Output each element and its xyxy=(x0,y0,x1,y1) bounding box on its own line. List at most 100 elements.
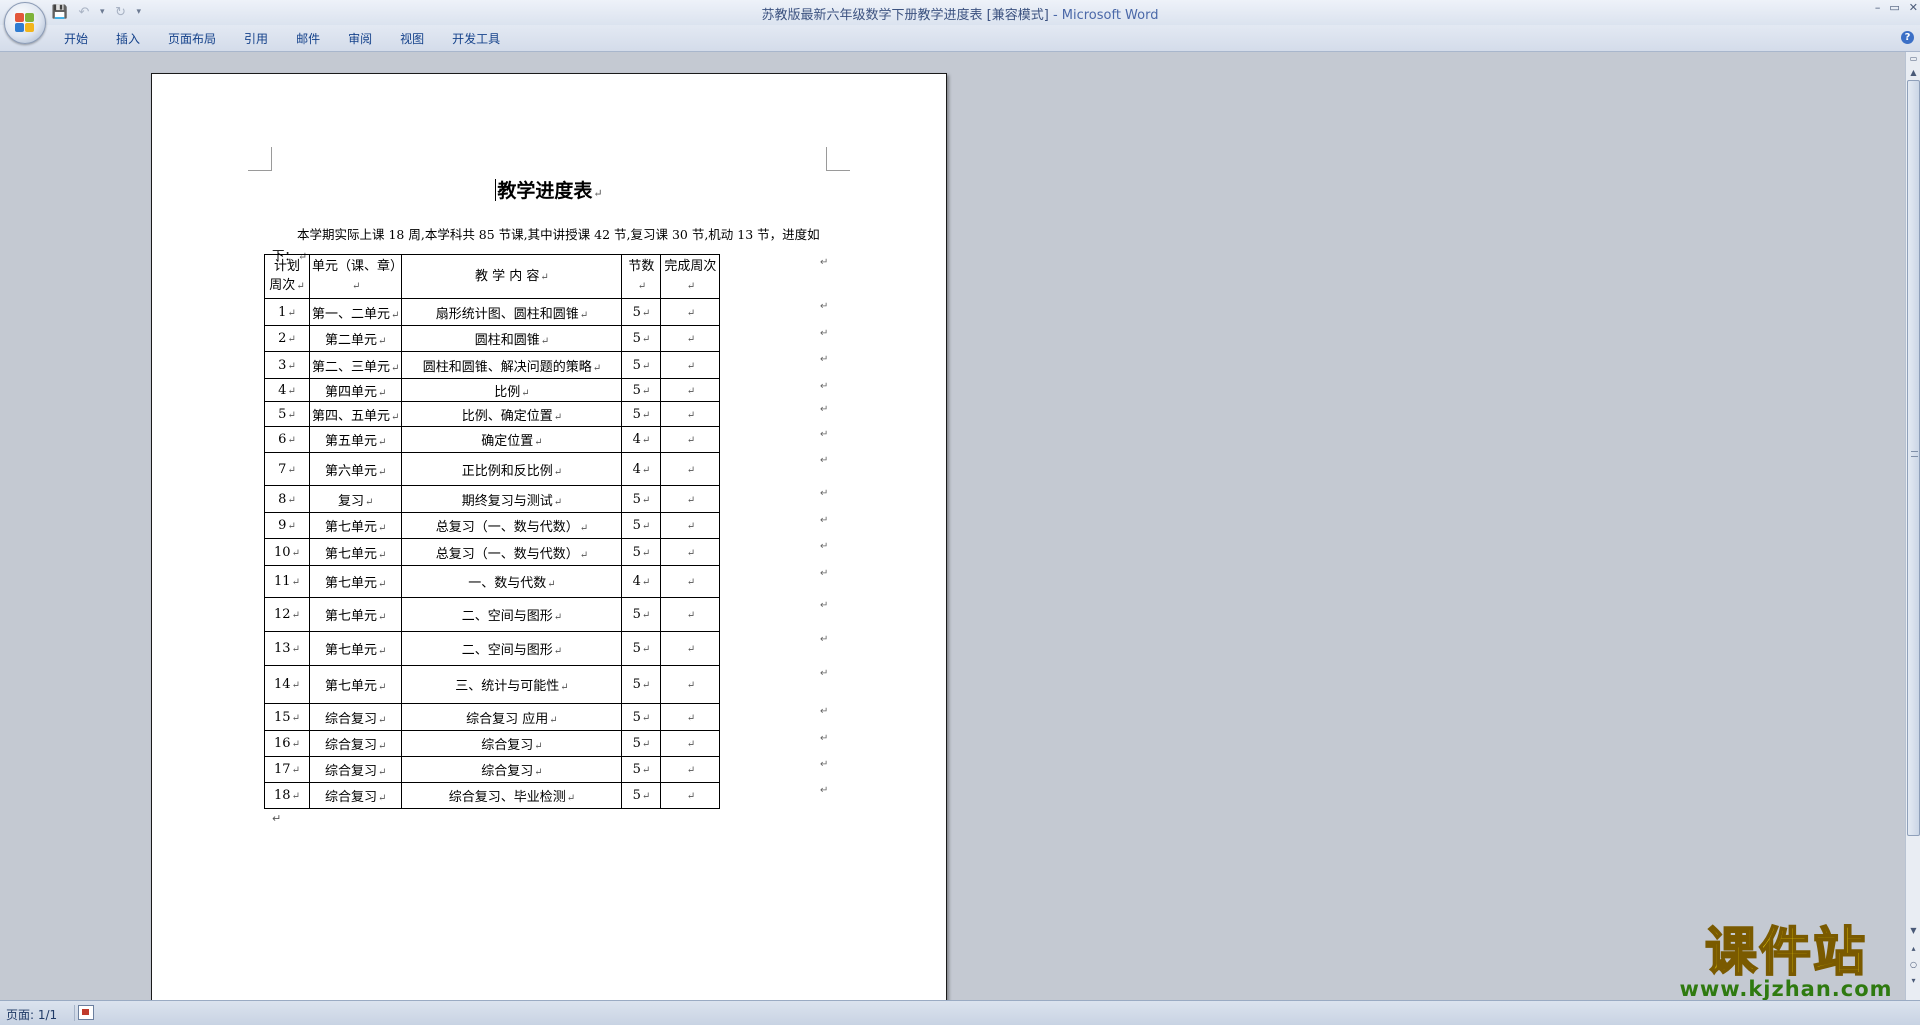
table-cell[interactable]: ↵ xyxy=(660,452,721,486)
table-cell[interactable]: ↵ xyxy=(660,597,721,632)
table-cell[interactable]: ↵ xyxy=(660,665,721,704)
tab-insert[interactable]: 插入 xyxy=(102,30,154,48)
office-button[interactable] xyxy=(4,2,46,44)
help-icon[interactable]: ? xyxy=(1901,31,1914,44)
table-cell[interactable]: 圆柱和圆锥、解决问题的策略↵ xyxy=(401,351,623,379)
table-cell[interactable]: 第七单元↵ xyxy=(308,631,403,666)
table-cell[interactable]: 15↵ xyxy=(264,703,310,731)
page-count[interactable]: 页面: 1/1 xyxy=(6,1006,57,1023)
table-cell[interactable]: 11↵ xyxy=(264,565,310,598)
table-cell[interactable]: 综合复习 应用↵ xyxy=(401,703,623,731)
table-header-cell[interactable]: 节数 ↵ xyxy=(621,254,662,299)
table-cell[interactable]: 5↵ xyxy=(621,298,662,326)
document-workspace[interactable]: 教学进度表↵ 本学期实际上课 18 周,本学科共 85 节课,其中讲授课 42 … xyxy=(0,52,1905,1000)
table-cell[interactable]: 14↵ xyxy=(264,665,310,704)
table-cell[interactable]: 第四单元↵ xyxy=(308,378,403,402)
tab-view[interactable]: 视图 xyxy=(386,30,438,48)
table-cell[interactable]: 第七单元↵ xyxy=(308,565,403,598)
table-cell[interactable]: 4↵ xyxy=(621,452,662,486)
table-cell[interactable]: 第七单元↵ xyxy=(308,512,403,539)
table-header-cell[interactable]: 教 学 内 容↵ xyxy=(401,254,623,299)
table-cell[interactable]: 比例、确定位置↵ xyxy=(401,401,623,427)
table-cell[interactable]: 16↵ xyxy=(264,730,310,757)
table-cell[interactable]: 5↵ xyxy=(621,597,662,632)
table-cell[interactable]: ↵ xyxy=(660,512,721,539)
table-cell[interactable]: 5↵ xyxy=(621,351,662,379)
table-cell[interactable]: 3↵ xyxy=(264,351,310,379)
table-cell[interactable]: 4↵ xyxy=(264,378,310,402)
table-cell[interactable]: ↵ xyxy=(660,730,721,757)
scroll-up-icon[interactable]: ▲ xyxy=(1907,66,1920,80)
table-cell[interactable]: 2↵ xyxy=(264,325,310,352)
table-cell[interactable]: 12↵ xyxy=(264,597,310,632)
table-cell[interactable]: 综合复习↵ xyxy=(308,730,403,757)
table-cell[interactable]: 第一、二单元↵ xyxy=(308,298,403,326)
scrollbar-thumb[interactable] xyxy=(1907,80,1920,836)
table-cell[interactable]: 17↵ xyxy=(264,756,310,783)
table-cell[interactable]: 比例↵ xyxy=(401,378,623,402)
table-header-cell[interactable]: 完成周次 ↵ xyxy=(660,254,721,299)
vertical-scrollbar[interactable]: ▭ ▲ ▼ ▴ ○ ▾ xyxy=(1905,52,1920,1000)
schedule-table[interactable]: 计划 周次↵ 单元（课、章）↵ 教 学 内 容↵ 节数↵ 完成周次↵ 1↵ 第一、二单元↵ 扇… xyxy=(264,254,721,809)
table-cell[interactable]: 5↵ xyxy=(621,378,662,402)
table-cell[interactable]: 扇形统计图、圆柱和圆锥↵ xyxy=(401,298,623,326)
table-cell[interactable]: 18↵ xyxy=(264,782,310,809)
proofing-status-icon[interactable] xyxy=(78,1005,94,1020)
table-cell[interactable]: ↵ xyxy=(660,378,721,402)
table-cell[interactable]: 总复习（一、数与代数）↵ xyxy=(401,538,623,566)
table-cell[interactable]: 5↵ xyxy=(621,325,662,352)
table-cell[interactable]: 综合复习、毕业检测↵ xyxy=(401,782,623,809)
table-cell[interactable]: 10↵ xyxy=(264,538,310,566)
table-cell[interactable]: ↵ xyxy=(660,401,721,427)
table-cell[interactable]: 第七单元↵ xyxy=(308,538,403,566)
table-cell[interactable]: ↵ xyxy=(660,756,721,783)
table-cell[interactable]: 5↵ xyxy=(621,485,662,513)
table-cell[interactable]: ↵ xyxy=(660,631,721,666)
table-cell[interactable]: ↵ xyxy=(660,703,721,731)
tab-references[interactable]: 引用 xyxy=(230,30,282,48)
table-cell[interactable]: ↵ xyxy=(660,298,721,326)
table-cell[interactable]: 7↵ xyxy=(264,452,310,486)
table-cell[interactable]: 圆柱和圆锥↵ xyxy=(401,325,623,352)
table-cell[interactable]: 5↵ xyxy=(264,401,310,427)
table-cell[interactable]: 正比例和反比例↵ xyxy=(401,452,623,486)
table-cell[interactable]: 第六单元↵ xyxy=(308,452,403,486)
table-header-cell[interactable]: 单元（课、章） ↵ xyxy=(308,254,403,299)
table-cell[interactable]: 综合复习↵ xyxy=(308,703,403,731)
table-cell[interactable]: 确定位置↵ xyxy=(401,426,623,453)
table-cell[interactable]: 三、统计与可能性↵ xyxy=(401,665,623,704)
ruler-toggle-icon[interactable]: ▭ xyxy=(1907,52,1920,66)
table-cell[interactable]: 一、数与代数↵ xyxy=(401,565,623,598)
table-cell[interactable]: 二、空间与图形↵ xyxy=(401,631,623,666)
table-cell[interactable]: 综合复习↵ xyxy=(401,730,623,757)
table-cell[interactable]: 5↵ xyxy=(621,756,662,783)
close-button[interactable]: ✕ xyxy=(1909,1,1918,14)
tab-developer[interactable]: 开发工具 xyxy=(438,30,514,48)
table-cell[interactable]: 5↵ xyxy=(621,665,662,704)
table-cell[interactable]: 复习↵ xyxy=(308,485,403,513)
table-cell[interactable]: 1↵ xyxy=(264,298,310,326)
table-cell[interactable]: 6↵ xyxy=(264,426,310,453)
tab-mailings[interactable]: 邮件 xyxy=(282,30,334,48)
table-cell[interactable]: 综合复习↵ xyxy=(401,756,623,783)
tab-page-layout[interactable]: 页面布局 xyxy=(154,30,230,48)
table-cell[interactable]: 5↵ xyxy=(621,401,662,427)
table-cell[interactable]: ↵ xyxy=(660,538,721,566)
minimize-button[interactable]: – xyxy=(1875,1,1881,14)
tab-review[interactable]: 审阅 xyxy=(334,30,386,48)
table-cell[interactable]: 第五单元↵ xyxy=(308,426,403,453)
table-cell[interactable]: 综合复习↵ xyxy=(308,756,403,783)
table-cell[interactable]: ↵ xyxy=(660,485,721,513)
table-cell[interactable]: 总复习（一、数与代数）↵ xyxy=(401,512,623,539)
table-cell[interactable]: 5↵ xyxy=(621,703,662,731)
table-cell[interactable]: 第二、三单元↵ xyxy=(308,351,403,379)
tab-home[interactable]: 开始 xyxy=(50,30,102,48)
table-cell[interactable]: 5↵ xyxy=(621,538,662,566)
table-cell[interactable]: 第七单元↵ xyxy=(308,597,403,632)
table-cell[interactable]: 4↵ xyxy=(621,426,662,453)
table-cell[interactable]: 第七单元↵ xyxy=(308,665,403,704)
table-cell[interactable]: ↵ xyxy=(660,565,721,598)
table-cell[interactable]: 综合复习↵ xyxy=(308,782,403,809)
document-page[interactable]: 教学进度表↵ 本学期实际上课 18 周,本学科共 85 节课,其中讲授课 42 … xyxy=(151,73,947,1000)
table-cell[interactable]: 第四、五单元↵ xyxy=(308,401,403,427)
